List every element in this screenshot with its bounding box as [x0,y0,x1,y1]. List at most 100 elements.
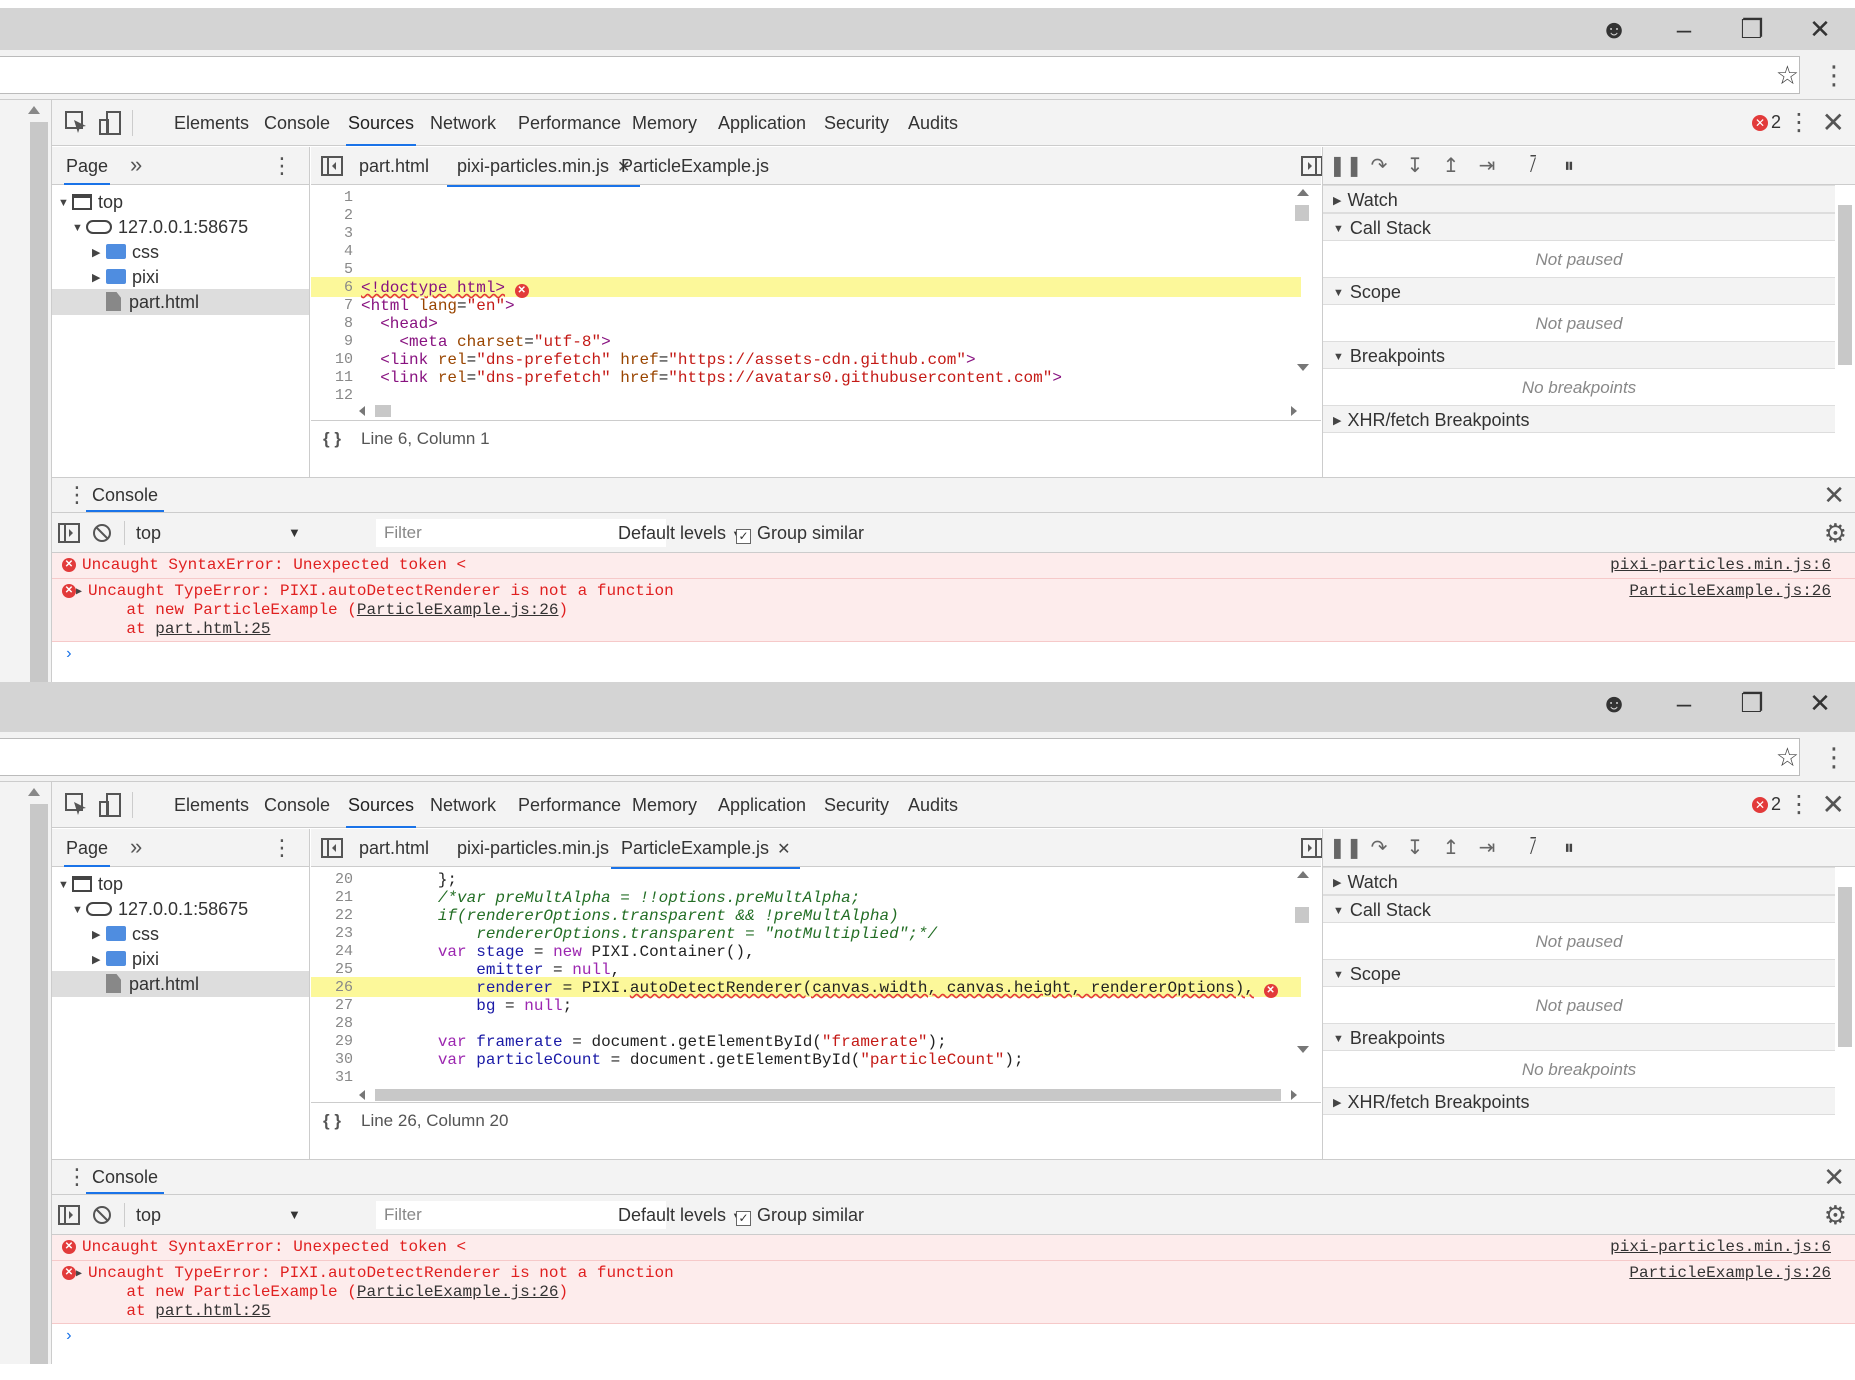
browser-menu-icon[interactable]: ⋮ [1821,60,1847,90]
step-icon[interactable]: ⇥ [1473,153,1501,179]
error-source-link[interactable]: ParticleExample.js:26 [1629,1264,1831,1283]
scroll-up-icon[interactable] [1297,871,1309,878]
scroll-thumb[interactable] [1295,907,1309,923]
deactivate-breakpoints-icon[interactable]: ⧶ [1519,835,1547,861]
console-settings-gear-icon[interactable]: ⚙ [1824,1199,1847,1231]
tab-application[interactable]: Application [716,100,808,146]
code-vertical-scrollbar[interactable] [1293,867,1311,1057]
code-horizontal-scrollbar[interactable] [355,403,1301,419]
watch-section[interactable]: ▶ Watch [1323,867,1835,895]
expand-arrow-icon[interactable]: ▶ [76,1265,82,1284]
error-marker-icon[interactable]: ✕ [1263,984,1278,998]
breakpoints-section[interactable]: ▼ Breakpoints [1323,1023,1835,1051]
step-over-icon[interactable]: ↷ [1365,153,1393,179]
close-tab-icon[interactable]: ✕ [777,841,790,858]
console-sidebar-icon[interactable] [58,1205,80,1225]
scroll-thumb[interactable] [1838,205,1852,365]
line-number[interactable]: 1 [311,189,353,207]
tab-application[interactable]: Application [716,782,808,828]
navigator-menu-icon[interactable]: ⋮ [271,835,293,861]
levels-dropdown[interactable]: Default levels ▼ [618,513,744,555]
error-source-link[interactable]: pixi-particles.min.js:6 [1610,556,1831,575]
line-number[interactable]: 30 [311,1051,353,1069]
scroll-thumb[interactable] [375,1089,1281,1101]
tree-item-host[interactable]: ▼ 127.0.0.1:58675 [72,896,248,922]
line-number[interactable]: 27 [311,997,353,1015]
scroll-right-icon[interactable] [1291,1090,1297,1100]
line-number[interactable]: 28 [311,1015,353,1033]
line-number[interactable]: 11 [311,369,353,387]
expanded-arrow-icon[interactable]: ▼ [58,190,72,216]
debugger-scrollbar[interactable] [1835,185,1855,477]
console-error-message[interactable]: ✕ ▶ Uncaught TypeError: PIXI.autoDetectR… [52,1261,1855,1324]
tab-console[interactable]: Console [262,100,332,146]
error-source-link[interactable]: pixi-particles.min.js:6 [1610,1238,1831,1257]
code-view[interactable]: 1 2 3 4 5 6 7 8 9 10 11 12 <!doctype htm… [311,185,1311,403]
line-number[interactable]: 22 [311,907,353,925]
line-number[interactable]: 31 [311,1069,353,1085]
step-out-icon[interactable]: ↥ [1437,835,1465,861]
omnibox[interactable] [0,56,1800,94]
console-prompt[interactable]: › [64,645,74,663]
debugger-scrollbar[interactable] [1835,867,1855,1159]
code-view[interactable]: 20 21 22 23 24 25 26 27 28 29 30 31 }; /… [311,867,1311,1085]
step-out-icon[interactable]: ↥ [1437,153,1465,179]
minimize-icon[interactable]: – [1664,688,1704,718]
editor-tab-part-html[interactable]: part.html [359,147,429,185]
console-error-message[interactable]: ✕ ▶ Uncaught TypeError: PIXI.autoDetectR… [52,579,1855,642]
stack-frame-link[interactable]: part.html:25 [155,620,270,638]
code-vertical-scrollbar[interactable] [1293,185,1311,375]
collapsed-arrow-icon[interactable]: ▶ [92,265,106,291]
line-number[interactable]: 20 [311,871,353,889]
collapsed-arrow-icon[interactable]: ▶ [92,240,106,266]
tree-item-css[interactable]: ▶ css [92,239,159,265]
console-sidebar-icon[interactable] [58,523,80,543]
profile-icon[interactable]: ☻ [1594,688,1634,718]
pause-icon[interactable]: ❚❚ [1329,153,1363,179]
line-number[interactable]: 6 [311,279,353,297]
clear-console-icon[interactable] [92,523,112,543]
tab-network[interactable]: Network [428,782,498,828]
tab-console[interactable]: Console [262,782,332,828]
line-number[interactable]: 21 [311,889,353,907]
page-scrollbar[interactable] [30,804,48,1364]
tree-item-host[interactable]: ▼ 127.0.0.1:58675 [72,214,248,240]
drawer-menu-icon[interactable]: ⋮ [66,1164,88,1190]
context-dropdown-icon[interactable]: ▼ [288,1195,301,1235]
call-stack-section[interactable]: ▼ Call Stack [1323,895,1835,923]
devtools-close-icon[interactable]: ✕ [1822,106,1845,139]
device-toolbar-icon[interactable] [98,792,124,818]
minimize-icon[interactable]: – [1664,14,1704,44]
tab-page[interactable]: Page [63,829,111,867]
scope-section[interactable]: ▼ Scope [1323,277,1835,305]
breakpoints-section[interactable]: ▼ Breakpoints [1323,341,1835,369]
tab-memory[interactable]: Memory [630,782,699,828]
expanded-arrow-icon[interactable]: ▼ [58,872,72,898]
tab-audits[interactable]: Audits [906,782,960,828]
scroll-left-icon[interactable] [359,406,365,416]
watch-section[interactable]: ▶ Watch [1323,185,1835,213]
scroll-up-icon[interactable] [28,106,40,114]
tree-item-css[interactable]: ▶ css [92,921,159,947]
step-over-icon[interactable]: ↷ [1365,835,1393,861]
tree-item-top[interactable]: ▼ top [58,189,123,215]
expand-arrow-icon[interactable]: ▶ [76,583,82,602]
restore-icon[interactable]: ❐ [1732,14,1772,44]
drawer-close-icon[interactable]: ✕ [1823,1160,1845,1194]
tab-network[interactable]: Network [428,100,498,146]
context-selector[interactable]: top [136,1195,161,1235]
pause-on-exceptions-icon[interactable]: ⏸ [1555,153,1583,179]
page-scrollbar[interactable] [30,122,48,682]
step-into-icon[interactable]: ↧ [1401,835,1429,861]
tab-page[interactable]: Page [63,147,111,185]
line-number[interactable]: 2 [311,207,353,225]
checkbox-checked-icon[interactable]: ✓ [736,1211,751,1226]
deactivate-breakpoints-icon[interactable]: ⧶ [1519,153,1547,179]
close-window-icon[interactable]: ✕ [1800,14,1840,44]
tab-elements[interactable]: Elements [172,100,251,146]
clear-console-icon[interactable] [92,1205,112,1225]
editor-tab-pixi-particles[interactable]: pixi-particles.min.js [457,829,609,867]
editor-tab-part-html[interactable]: part.html [359,829,429,867]
pretty-print-icon[interactable]: { } [323,421,341,457]
context-dropdown-icon[interactable]: ▼ [288,513,301,553]
